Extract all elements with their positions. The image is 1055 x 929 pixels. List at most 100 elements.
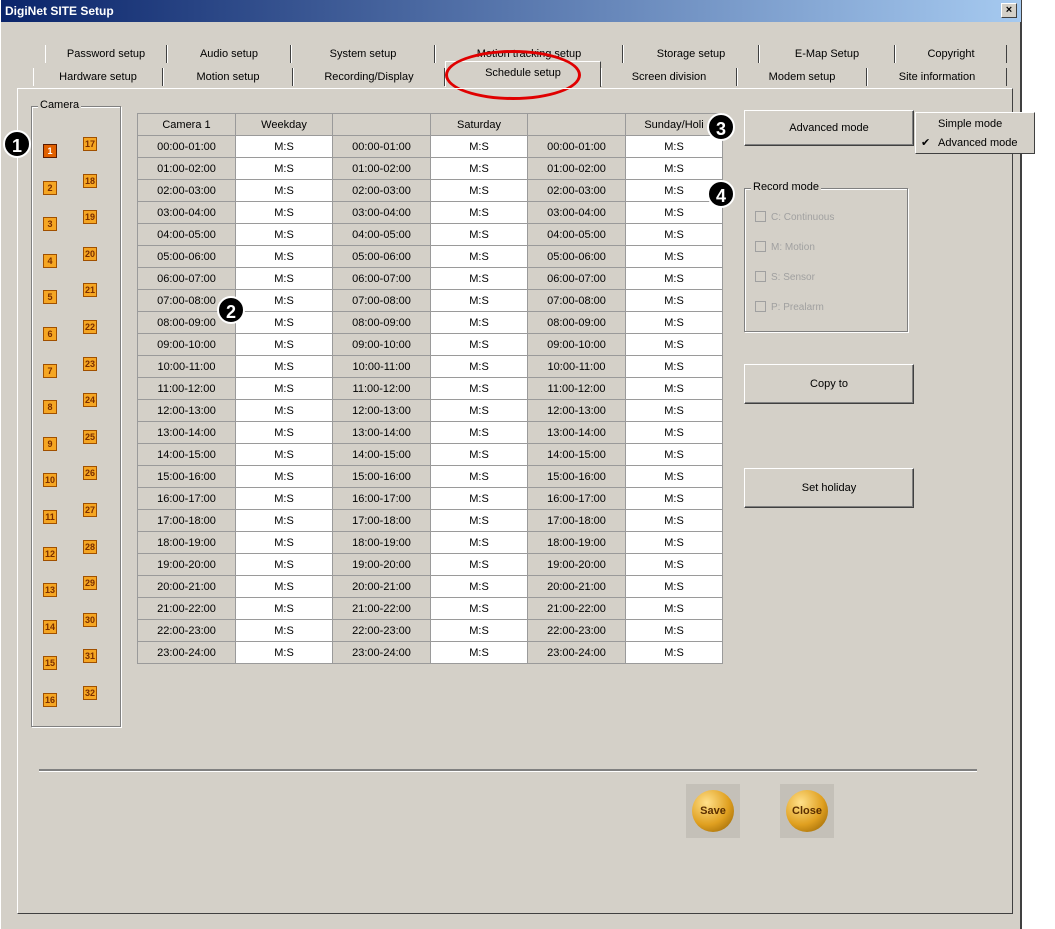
tab-audio-setup[interactable]: Audio setup	[167, 45, 291, 63]
option-sensor[interactable]: S: Sensor	[755, 271, 815, 284]
schedule-cell[interactable]: M:S	[430, 311, 528, 334]
schedule-cell[interactable]: M:S	[430, 531, 528, 554]
schedule-cell[interactable]: M:S	[430, 575, 528, 598]
schedule-cell[interactable]: M:S	[235, 377, 333, 400]
camera-button-22[interactable]: 22	[83, 320, 97, 334]
schedule-cell[interactable]: M:S	[235, 355, 333, 378]
schedule-cell[interactable]: M:S	[430, 355, 528, 378]
schedule-cell[interactable]: M:S	[625, 333, 723, 356]
schedule-cell[interactable]: M:S	[625, 289, 723, 312]
option-motion[interactable]: M: Motion	[755, 241, 815, 254]
schedule-cell[interactable]: M:S	[430, 399, 528, 422]
menu-item-advanced-mode[interactable]: ✔ Advanced mode	[916, 134, 1034, 152]
close-button[interactable]: Close	[786, 790, 828, 832]
schedule-cell[interactable]: M:S	[235, 597, 333, 620]
schedule-cell[interactable]: M:S	[625, 223, 723, 246]
camera-button-4[interactable]: 4	[43, 253, 57, 268]
schedule-cell[interactable]: M:S	[430, 245, 528, 268]
camera-button-15[interactable]: 15	[43, 656, 57, 671]
schedule-cell[interactable]: M:S	[235, 619, 333, 642]
camera-button-7[interactable]: 7	[43, 363, 57, 378]
camera-button-10[interactable]: 10	[43, 473, 57, 488]
schedule-cell[interactable]: M:S	[625, 597, 723, 620]
tab-recording-display[interactable]: Recording/Display	[293, 68, 445, 86]
schedule-cell[interactable]: M:S	[430, 135, 528, 158]
checkbox[interactable]	[755, 271, 766, 282]
schedule-cell[interactable]: M:S	[625, 619, 723, 642]
camera-button-1[interactable]: 1	[43, 144, 57, 158]
camera-button-13[interactable]: 13	[43, 583, 57, 598]
camera-button-21[interactable]: 21	[83, 283, 97, 298]
camera-button-8[interactable]: 8	[43, 400, 57, 415]
schedule-cell[interactable]: M:S	[235, 333, 333, 356]
camera-button-2[interactable]: 2	[43, 180, 57, 195]
schedule-cell[interactable]: M:S	[235, 201, 333, 224]
camera-button-6[interactable]: 6	[43, 327, 57, 341]
schedule-cell[interactable]: M:S	[430, 465, 528, 488]
schedule-cell[interactable]: M:S	[625, 421, 723, 444]
checkbox[interactable]	[755, 211, 766, 222]
schedule-cell[interactable]: M:S	[625, 245, 723, 268]
camera-button-20[interactable]: 20	[83, 246, 97, 261]
schedule-cell[interactable]: M:S	[430, 597, 528, 620]
camera-button-3[interactable]: 3	[43, 217, 57, 232]
schedule-cell[interactable]: M:S	[625, 201, 723, 224]
schedule-cell[interactable]: M:S	[430, 553, 528, 576]
schedule-cell[interactable]: M:S	[235, 223, 333, 246]
schedule-cell[interactable]: M:S	[235, 641, 333, 664]
schedule-cell[interactable]: M:S	[625, 487, 723, 510]
checkbox[interactable]	[755, 301, 766, 312]
camera-button-9[interactable]: 9	[43, 436, 57, 451]
camera-button-19[interactable]: 19	[83, 210, 97, 225]
copy-to-button[interactable]: Copy to	[744, 364, 914, 404]
schedule-cell[interactable]: M:S	[430, 509, 528, 532]
camera-button-31[interactable]: 31	[83, 649, 97, 664]
schedule-cell[interactable]: M:S	[430, 267, 528, 290]
schedule-cell[interactable]: M:S	[430, 179, 528, 202]
camera-button-23[interactable]: 23	[83, 356, 97, 371]
schedule-cell[interactable]: M:S	[235, 575, 333, 598]
checkbox[interactable]	[755, 241, 766, 252]
schedule-cell[interactable]: M:S	[235, 443, 333, 466]
schedule-cell[interactable]: M:S	[625, 531, 723, 554]
camera-button-14[interactable]: 14	[43, 619, 57, 634]
camera-button-12[interactable]: 12	[43, 546, 57, 561]
menu-item-simple-mode[interactable]: Simple mode	[916, 115, 1034, 133]
schedule-cell[interactable]: M:S	[235, 399, 333, 422]
close-icon[interactable]: ×	[1001, 3, 1017, 18]
advanced-mode-button[interactable]: Advanced mode	[744, 110, 914, 146]
camera-button-26[interactable]: 26	[83, 466, 97, 481]
schedule-cell[interactable]: M:S	[625, 377, 723, 400]
schedule-cell[interactable]: M:S	[625, 641, 723, 664]
schedule-cell[interactable]: M:S	[235, 289, 333, 312]
schedule-cell[interactable]: M:S	[625, 509, 723, 532]
schedule-cell[interactable]: M:S	[625, 355, 723, 378]
schedule-cell[interactable]: M:S	[625, 135, 723, 158]
schedule-cell[interactable]: M:S	[625, 465, 723, 488]
tab-screen-division[interactable]: Screen division	[601, 68, 737, 86]
schedule-cell[interactable]: M:S	[235, 531, 333, 554]
camera-button-30[interactable]: 30	[83, 612, 97, 627]
schedule-cell[interactable]: M:S	[430, 487, 528, 510]
camera-button-18[interactable]: 18	[83, 173, 97, 188]
camera-button-25[interactable]: 25	[83, 429, 97, 444]
schedule-cell[interactable]: M:S	[235, 553, 333, 576]
tab-site-information[interactable]: Site information	[867, 68, 1007, 86]
schedule-cell[interactable]: M:S	[235, 311, 333, 334]
camera-button-17[interactable]: 17	[83, 137, 97, 151]
schedule-cell[interactable]: M:S	[430, 443, 528, 466]
camera-button-32[interactable]: 32	[83, 686, 97, 700]
tab-hardware-setup[interactable]: Hardware setup	[33, 68, 163, 86]
camera-button-24[interactable]: 24	[83, 393, 97, 408]
option-prealarm[interactable]: P: Prealarm	[755, 301, 824, 314]
tab-password-setup[interactable]: Password setup	[45, 45, 167, 63]
tab-motion-setup[interactable]: Motion setup	[163, 68, 293, 86]
schedule-cell[interactable]: M:S	[430, 421, 528, 444]
schedule-cell[interactable]: M:S	[625, 311, 723, 334]
schedule-cell[interactable]: M:S	[625, 443, 723, 466]
camera-button-27[interactable]: 27	[83, 503, 97, 517]
schedule-cell[interactable]: M:S	[430, 619, 528, 642]
schedule-cell[interactable]: M:S	[235, 135, 333, 158]
schedule-cell[interactable]: M:S	[430, 201, 528, 224]
camera-button-5[interactable]: 5	[43, 290, 57, 305]
